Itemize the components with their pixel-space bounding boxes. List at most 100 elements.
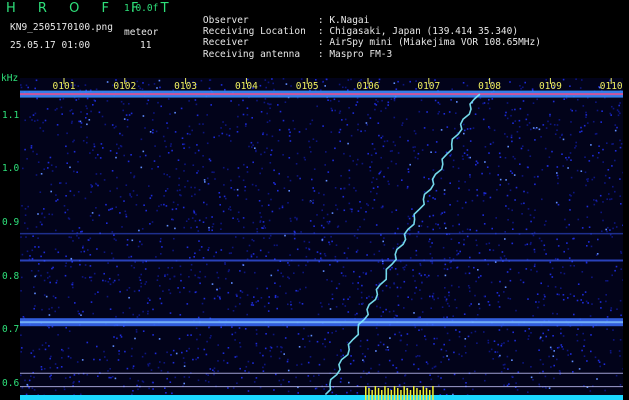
noise-pixel [202,311,205,313]
noise-pixel [166,127,169,129]
noise-pixel [340,355,342,358]
noise-pixel [496,351,499,353]
noise-pixel [231,282,233,284]
noise-pixel [259,212,261,214]
noise-pixel [456,101,458,103]
noise-pixel [107,281,110,283]
noise-pixel [481,172,483,175]
noise-pixel [482,214,484,216]
noise-pixel [522,86,524,89]
noise-pixel [43,251,46,254]
noise-pixel [122,109,124,112]
noise-pixel [260,111,263,113]
noise-pixel [458,331,461,333]
noise-pixel [602,148,604,151]
noise-pixel [72,382,74,384]
noise-pixel [568,156,570,159]
noise-pixel [250,304,253,306]
noise-pixel [262,370,265,372]
noise-pixel [506,384,509,387]
noise-pixel [592,326,595,328]
noise-pixel [530,220,532,223]
noise-pixel [208,326,210,329]
noise-pixel [307,335,310,337]
noise-pixel [82,245,84,248]
noise-pixel [566,158,568,161]
noise-pixel [507,219,509,221]
noise-pixel [347,311,350,313]
noise-pixel [328,220,331,223]
noise-pixel [172,349,175,352]
noise-pixel [474,113,477,115]
noise-pixel [246,294,249,296]
noise-pixel [46,108,49,110]
noise-pixel [440,348,443,351]
noise-pixel [239,303,241,305]
noise-pixel [159,86,161,89]
noise-pixel [222,121,224,123]
noise-pixel [382,240,384,243]
noise-pixel [224,262,226,264]
noise-pixel [420,99,423,102]
noise-pixel [78,120,80,123]
noise-pixel [378,363,381,366]
noise-pixel [132,390,134,392]
noise-pixel [375,224,378,226]
noise-pixel [400,334,403,337]
noise-pixel [353,235,356,237]
noise-pixel [412,146,414,149]
noise-pixel [95,183,98,186]
info-value: : Maspro FM-3 [317,49,393,60]
noise-pixel [445,350,448,352]
noise-pixel [309,220,312,222]
noise-pixel [220,249,223,251]
noise-pixel [120,336,123,338]
noise-pixel [133,176,135,179]
noise-pixel [77,310,79,313]
noise-pixel [335,330,337,332]
noise-pixel [166,273,169,276]
noise-pixel [463,152,466,154]
noise-pixel [318,363,321,366]
noise-pixel [398,384,401,386]
noise-pixel [67,217,70,219]
noise-pixel [174,131,177,133]
noise-pixel [109,190,111,192]
noise-pixel [563,98,565,100]
noise-pixel [208,79,211,81]
noise-pixel [442,169,445,171]
noise-pixel [114,377,117,380]
noise-pixel [470,331,473,334]
noise-pixel [104,280,107,282]
noise-pixel [403,280,406,283]
noise-pixel [256,230,259,233]
noise-pixel [377,333,379,336]
noise-pixel [95,88,98,91]
noise-pixel [432,197,434,199]
noise-pixel [239,346,242,348]
noise-pixel [273,244,276,247]
carrier-band-core [20,93,623,96]
noise-pixel [196,172,198,174]
noise-pixel [458,353,460,356]
noise-pixel [425,361,428,363]
noise-pixel [196,144,198,146]
noise-pixel [155,256,157,258]
noise-pixel [188,146,191,149]
noise-pixel [503,384,505,387]
hour-label: 0105 [296,81,319,92]
noise-pixel [362,271,365,274]
noise-pixel [223,184,225,186]
noise-pixel [322,270,325,272]
noise-pixel [208,226,210,229]
noise-pixel [55,194,57,196]
noise-pixel [164,387,166,389]
noise-pixel [446,316,448,318]
noise-pixel [194,291,197,294]
noise-pixel [434,99,437,102]
noise-pixel [157,166,159,168]
noise-pixel [336,208,339,211]
noise-pixel [610,198,613,200]
noise-pixel [49,375,51,378]
burst-mark [387,388,389,400]
